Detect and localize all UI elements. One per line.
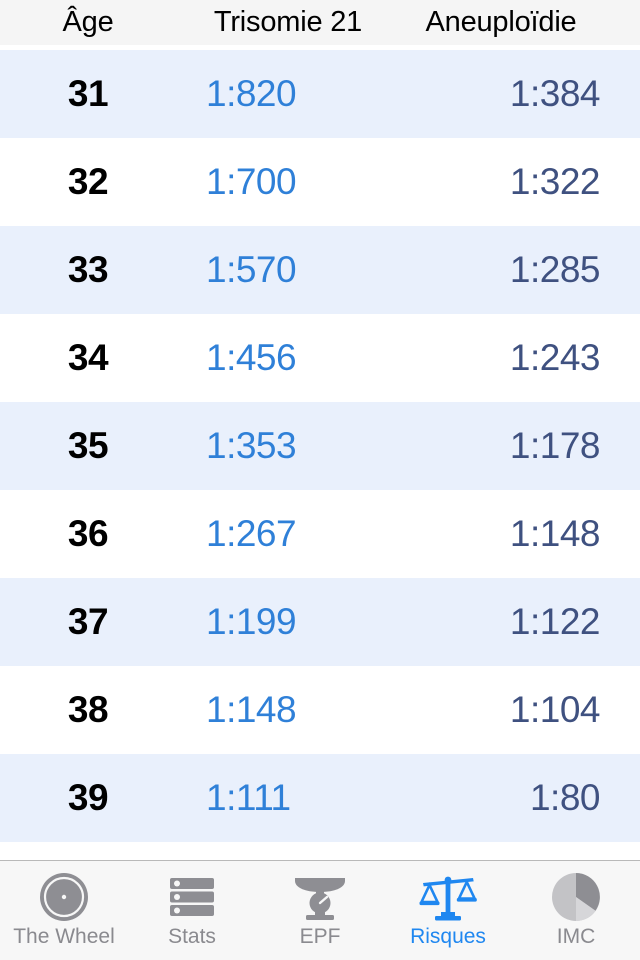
table-row[interactable]: 39 1:111 1:80 — [0, 754, 640, 842]
wheel-icon — [38, 871, 90, 923]
cell-trisomie: 1:700 — [206, 161, 297, 202]
cell-aneuploidie: 1:243 — [509, 337, 601, 378]
cell-trisomie: 1:148 — [206, 689, 297, 730]
tab-risques[interactable]: Risques — [384, 861, 512, 960]
cell-age: 38 — [67, 689, 109, 730]
cell-aneuploidie: 1:122 — [509, 601, 601, 642]
cell-trisomie: 1:267 — [206, 513, 297, 554]
column-header-aneuploidie: Aneuploïdie — [425, 6, 577, 38]
cell-trisomie: 1:570 — [206, 249, 297, 290]
cell-age: 36 — [67, 513, 109, 554]
table-row[interactable]: 33 1:570 1:285 — [0, 226, 640, 314]
tab-label-epf: EPF — [299, 925, 341, 948]
tab-stats[interactable]: Stats — [128, 861, 256, 960]
risk-table-screen: Âge Trisomie 21 Aneuploïdie 31 1:820 1:3… — [0, 0, 640, 960]
cell-age: 35 — [67, 425, 109, 466]
tab-label-risques: Risques — [410, 925, 486, 948]
cell-age: 33 — [67, 249, 109, 290]
cell-aneuploidie: 1:80 — [529, 777, 601, 818]
cell-trisomie: 1:456 — [206, 337, 297, 378]
table-row[interactable]: 36 1:267 1:148 — [0, 490, 640, 578]
cell-aneuploidie: 1:104 — [509, 689, 601, 730]
cell-aneuploidie: 1:285 — [509, 249, 601, 290]
table-row[interactable]: 38 1:148 1:104 — [0, 666, 640, 754]
cell-trisomie: 1:111 — [206, 777, 291, 818]
cell-aneuploidie: 1:322 — [509, 161, 601, 202]
cell-age: 31 — [67, 73, 109, 114]
table-row[interactable]: 35 1:353 1:178 — [0, 402, 640, 490]
cell-trisomie: 1:353 — [206, 425, 297, 466]
tab-imc[interactable]: IMC — [512, 861, 640, 960]
tab-label-imc: IMC — [556, 925, 596, 948]
cell-age: 34 — [67, 337, 109, 378]
cell-aneuploidie: 1:148 — [509, 513, 601, 554]
cell-age: 37 — [67, 601, 109, 642]
tab-the-wheel[interactable]: The Wheel — [0, 861, 128, 960]
column-header-age: Âge — [62, 6, 114, 38]
tab-label-the-wheel: The Wheel — [13, 925, 115, 948]
pie-chart-icon — [550, 871, 602, 923]
cell-age: 39 — [67, 777, 109, 818]
bottom-tab-bar: The Wheel Stats EPF Risques IMC — [0, 860, 640, 960]
cell-trisomie: 1:820 — [206, 73, 297, 114]
column-header-trisomie: Trisomie 21 — [213, 6, 363, 38]
cell-age: 32 — [67, 161, 109, 202]
table-column-header: Âge Trisomie 21 Aneuploïdie — [0, 0, 640, 45]
weighing-scale-icon — [292, 871, 348, 923]
cell-trisomie: 1:199 — [206, 601, 297, 642]
risk-table-body[interactable]: 31 1:820 1:384 32 1:700 1:322 33 1:570 1… — [0, 45, 640, 860]
table-row[interactable]: 34 1:456 1:243 — [0, 314, 640, 402]
tab-epf[interactable]: EPF — [256, 861, 384, 960]
balance-scale-icon — [419, 871, 477, 923]
table-row[interactable]: 31 1:820 1:384 — [0, 50, 640, 138]
list-rows-icon — [168, 871, 216, 923]
cell-aneuploidie: 1:384 — [509, 73, 601, 114]
table-row[interactable]: 37 1:199 1:122 — [0, 578, 640, 666]
table-row[interactable]: 32 1:700 1:322 — [0, 138, 640, 226]
cell-aneuploidie: 1:178 — [509, 425, 601, 466]
tab-label-stats: Stats — [168, 925, 216, 948]
